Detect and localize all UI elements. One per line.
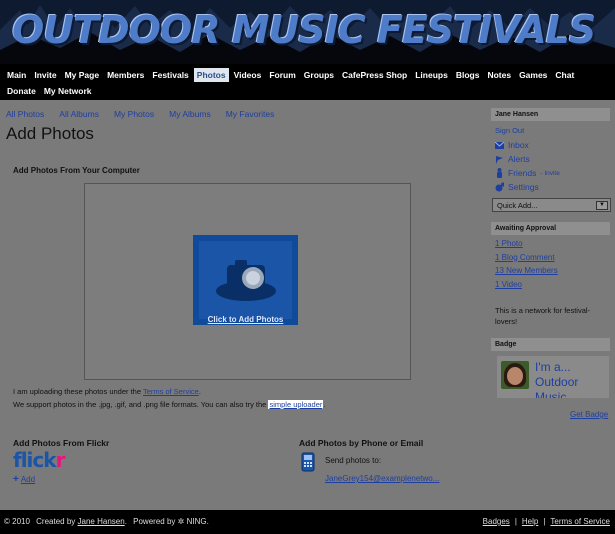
friends-link[interactable]: Friends - Invite <box>495 168 560 178</box>
network-badge[interactable]: I'm a... Outdoor Music <box>497 356 609 398</box>
ning-label: NING. <box>186 517 209 526</box>
created-by-text: Created by <box>36 517 76 526</box>
plus-icon: + <box>13 474 19 485</box>
add-photos-button[interactable]: Click to Add Photos <box>193 235 298 325</box>
formats-note: We support photos in the .jpg, .gif, and… <box>13 400 325 409</box>
subnav-my-albums[interactable]: My Albums <box>169 109 211 119</box>
subnav-my-favorites[interactable]: My Favorites <box>226 109 275 119</box>
phone-email-heading: Add Photos by Phone or Email <box>299 438 424 448</box>
footer-link-badges[interactable]: Badges <box>483 517 510 526</box>
nav-row-secondary: Donate My Network <box>4 83 611 99</box>
footer-link-terms-of-service[interactable]: Terms of Service <box>550 517 610 526</box>
nav-item-videos[interactable]: Videos <box>231 68 265 82</box>
approval-item[interactable]: 1 Video <box>495 280 522 289</box>
sign-out-link[interactable]: Sign Out <box>495 126 524 135</box>
chevron-down-icon: ▼ <box>596 201 608 210</box>
nav-item-groups[interactable]: Groups <box>301 68 337 82</box>
nav-item-chat[interactable]: Chat <box>552 68 577 82</box>
flickr-heading: Add Photos From Flickr <box>13 438 110 448</box>
nav-row-primary: Main Invite My Page Members Festivals Photos V… <box>4 67 611 83</box>
nav-item-members[interactable]: Members <box>104 68 147 82</box>
formats-text: We support photos in the .jpg, .gif, and… <box>13 400 269 409</box>
ning-logo[interactable]: ✲ NING. <box>178 517 209 526</box>
friends-label: Friends <box>508 168 537 178</box>
site-title[interactable]: OUTDOOR MUSIC FESTIVALS <box>12 8 596 52</box>
person-icon <box>495 168 504 178</box>
approval-item[interactable]: 1 Photo <box>495 239 523 248</box>
main-nav: Main Invite My Page Members Festivals Photos V… <box>0 64 615 100</box>
nav-item-donate[interactable]: Donate <box>4 84 39 98</box>
footer-separator: | <box>514 517 517 526</box>
tos-prefix: I am uploading these photos under the <box>13 387 143 396</box>
nav-item-main[interactable]: Main <box>4 68 29 82</box>
add-photos-label[interactable]: Click to Add Photos <box>199 315 292 324</box>
nav-item-cafepress-shop[interactable]: CafePress Shop <box>339 68 410 82</box>
alerts-label: Alerts <box>508 154 530 164</box>
copyright: © 2010 <box>4 517 30 526</box>
page-title: Add Photos <box>6 124 94 143</box>
tos-suffix: . <box>198 387 201 396</box>
flickr-logo-part1: flick <box>13 448 57 472</box>
flickr-logo-part2: r <box>55 448 66 472</box>
nav-item-notes[interactable]: Notes <box>484 68 514 82</box>
subnav-my-photos[interactable]: My Photos <box>114 109 154 119</box>
network-description: This is a network for festival-lovers! <box>495 306 591 326</box>
subnav-all-photos[interactable]: All Photos <box>6 109 44 119</box>
nav-item-games[interactable]: Games <box>516 68 550 82</box>
nav-item-photos[interactable]: Photos <box>193 68 229 82</box>
flickr-logo: flickr <box>13 448 66 472</box>
gear-icon <box>495 182 504 192</box>
awaiting-approval-heading: Awaiting Approval <box>491 222 610 235</box>
camera-icon <box>216 260 276 301</box>
badge-text: I'm a... Outdoor Music <box>535 360 579 398</box>
nav-item-blogs[interactable]: Blogs <box>453 68 483 82</box>
quick-add-select[interactable]: Quick Add... ▼ <box>492 198 611 212</box>
approval-item[interactable]: 1 Blog Comment <box>495 253 555 262</box>
footer-link-help[interactable]: Help <box>522 517 538 526</box>
tos-note: I am uploading these photos under the Te… <box>13 387 201 396</box>
mobile-phone-icon <box>301 452 315 472</box>
envelope-icon <box>495 141 504 150</box>
alerts-link[interactable]: Alerts <box>495 154 530 164</box>
nav-item-forum[interactable]: Forum <box>266 68 298 82</box>
nav-item-my-page[interactable]: My Page <box>62 68 103 82</box>
sidebar-user-name: Jane Hansen <box>491 108 610 121</box>
subnav-all-albums[interactable]: All Albums <box>59 109 99 119</box>
powered-by-text: Powered by <box>133 517 176 526</box>
avatar <box>501 361 529 389</box>
inbox-label: Inbox <box>508 140 529 150</box>
flickr-add-link[interactable]: + Add <box>13 474 35 485</box>
nav-item-my-network[interactable]: My Network <box>41 84 95 98</box>
footer: © 2010 Created by Jane Hansen. Powered b… <box>0 510 615 534</box>
get-badge-link[interactable]: Get Badge <box>570 410 608 419</box>
photo-subnav: All Photos All Albums My Photos My Albums My… <box>6 109 274 119</box>
nav-item-lineups[interactable]: Lineups <box>412 68 451 82</box>
footer-links: Badges | Help | Terms of Service <box>483 517 610 526</box>
tos-link[interactable]: Terms of Service <box>143 387 199 396</box>
site-banner: OUTDOOR MUSIC FESTIVALS <box>0 0 615 64</box>
send-photos-text: Send photos to: <box>325 456 382 465</box>
computer-upload-heading: Add Photos From Your Computer <box>13 166 140 175</box>
footer-separator: | <box>543 517 546 526</box>
settings-link[interactable]: Settings <box>495 182 539 192</box>
flag-icon <box>495 155 504 164</box>
add-photos-button-inner: Click to Add Photos <box>199 241 292 324</box>
nav-item-festivals[interactable]: Festivals <box>149 68 191 82</box>
creator-link[interactable]: Jane Hansen <box>78 517 125 526</box>
flickr-add-label: Add <box>20 475 36 484</box>
approval-item[interactable]: 13 New Members <box>495 266 558 275</box>
quick-add-value: Quick Add... <box>497 201 538 210</box>
settings-label: Settings <box>508 182 539 192</box>
inbox-link[interactable]: Inbox <box>495 140 529 150</box>
badge-heading: Badge <box>491 338 610 351</box>
formats-suffix: . <box>323 400 326 409</box>
friends-invite-link[interactable]: - Invite <box>540 170 560 177</box>
simple-uploader-link[interactable]: simple uploader <box>268 400 324 409</box>
upload-email-link[interactable]: JaneGrey154@examplenetwo... <box>325 474 439 483</box>
nav-item-invite[interactable]: Invite <box>31 68 59 82</box>
